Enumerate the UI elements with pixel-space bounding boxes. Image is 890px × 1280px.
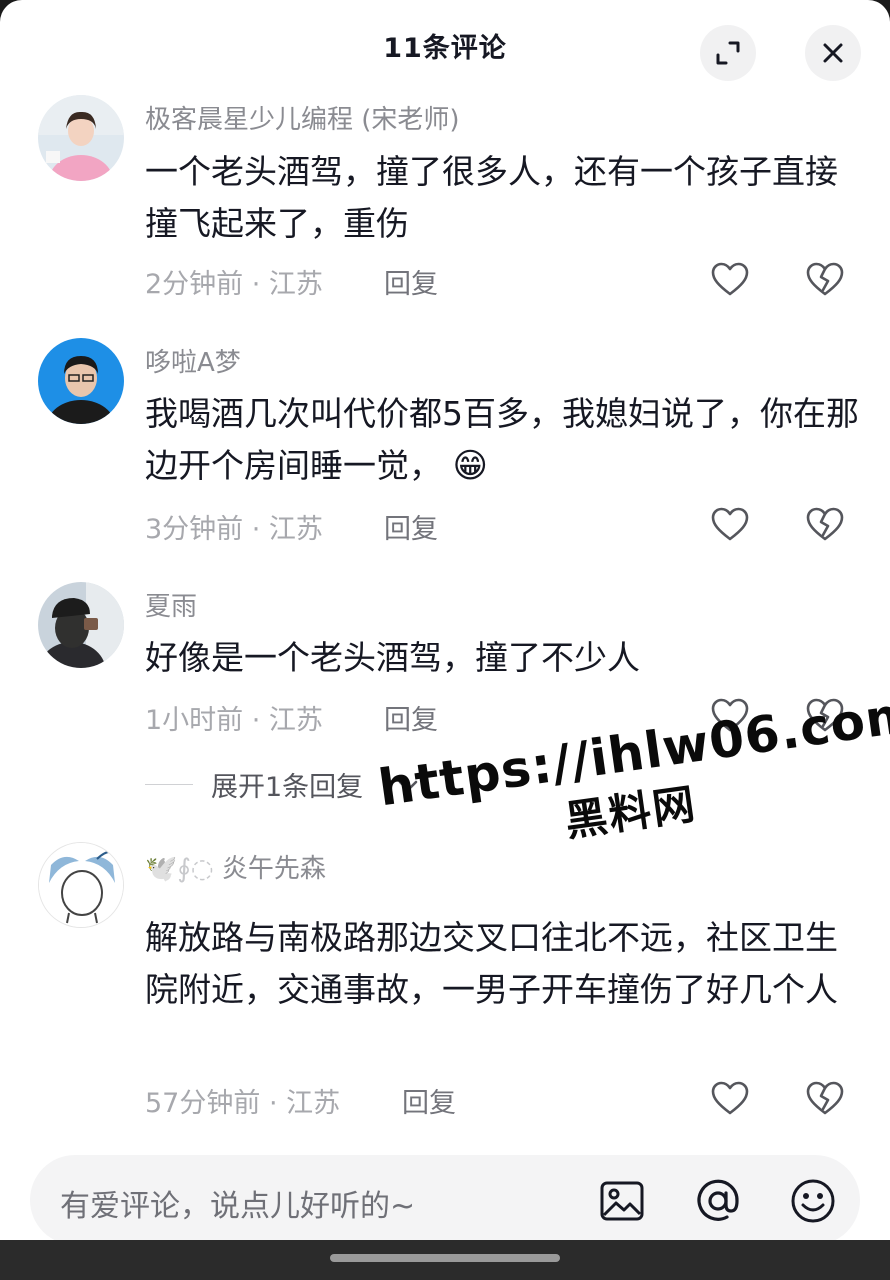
home-indicator[interactable]: [330, 1254, 560, 1262]
comment-text: 好像是一个老头酒驾，撞了不少人: [145, 638, 640, 677]
comment-username[interactable]: 极客晨星少儿编程 (宋老师): [145, 99, 460, 136]
watermark: https://ihlw06.com 黑料网: [375, 684, 890, 908]
comment-meta: 3分钟前 · 江苏: [145, 514, 323, 545]
close-button[interactable]: [805, 25, 861, 81]
system-home-bar: [0, 1240, 890, 1280]
expand-button[interactable]: [700, 25, 756, 81]
watermark-url: https://ihlw06.com: [375, 684, 890, 818]
broken-heart-icon[interactable]: [805, 505, 845, 545]
heart-icon[interactable]: [710, 505, 750, 545]
reply-button[interactable]: 回复: [384, 262, 438, 301]
comment-text: 一个老头酒驾，撞了很多人，还有一个孩子直接撞飞起来了，重伤: [145, 152, 838, 243]
heart-icon[interactable]: [710, 696, 750, 736]
broken-heart-icon[interactable]: [805, 1079, 845, 1119]
comments-sheet: 11条评论 极客晨星少儿编程 (宋老师) 一个老头酒驾，撞了很多人，还有一个孩子…: [0, 0, 890, 1240]
comment-meta: 1小时前 · 江苏: [145, 705, 323, 736]
username-decoration: 🕊️∮◌: [145, 854, 214, 884]
grin-emoji: 😁: [452, 446, 488, 486]
expand-replies-label: 展开1条回复: [211, 772, 364, 803]
at-icon[interactable]: [694, 1177, 742, 1225]
comment-meta: 57分钟前 · 江苏: [145, 1088, 341, 1119]
comments-header: 11条评论: [0, 0, 890, 92]
comment-input-placeholder[interactable]: 有爱评论，说点儿好听的~: [60, 1181, 415, 1225]
expand-divider: [145, 784, 193, 785]
broken-heart-icon[interactable]: [805, 260, 845, 300]
reply-button[interactable]: 回复: [384, 507, 438, 546]
chevron-down-icon: [398, 780, 418, 792]
comment-text: 解放路与南极路那边交叉口往北不远，社区卫生院附近，交通事故，一男子开车撞伤了好几…: [145, 918, 838, 1009]
comment-text-body: 我喝酒几次叫代价都5百多，我媳妇说了，你在那边开个房间睡一觉，: [145, 394, 859, 485]
avatar[interactable]: [38, 842, 124, 928]
comment-username[interactable]: 夏雨: [145, 586, 197, 623]
avatar[interactable]: [38, 582, 124, 668]
username-text: 炎午先森: [221, 854, 326, 884]
comment-meta: 2分钟前 · 江苏: [145, 269, 323, 300]
comments-title: 11条评论: [383, 33, 507, 64]
emoji-icon[interactable]: [789, 1177, 837, 1225]
comment-input-bar[interactable]: 有爱评论，说点儿好听的~: [30, 1155, 860, 1240]
broken-heart-icon[interactable]: [805, 696, 845, 736]
comment-username[interactable]: 🕊️∮◌ 炎午先森: [145, 848, 326, 885]
comment-username[interactable]: 哆啦A梦: [145, 342, 241, 379]
watermark-name: 黑料网: [562, 778, 700, 846]
reply-button[interactable]: 回复: [384, 698, 438, 737]
reply-button[interactable]: 回复: [402, 1081, 456, 1120]
heart-icon[interactable]: [710, 1079, 750, 1119]
avatar[interactable]: [38, 338, 124, 424]
image-icon[interactable]: [598, 1177, 646, 1225]
heart-icon[interactable]: [710, 260, 750, 300]
comment-text: 我喝酒几次叫代价都5百多，我媳妇说了，你在那边开个房间睡一觉， 😁: [145, 388, 860, 492]
close-icon: [823, 43, 843, 63]
avatar[interactable]: [38, 95, 124, 181]
expand-icon: [716, 41, 740, 65]
